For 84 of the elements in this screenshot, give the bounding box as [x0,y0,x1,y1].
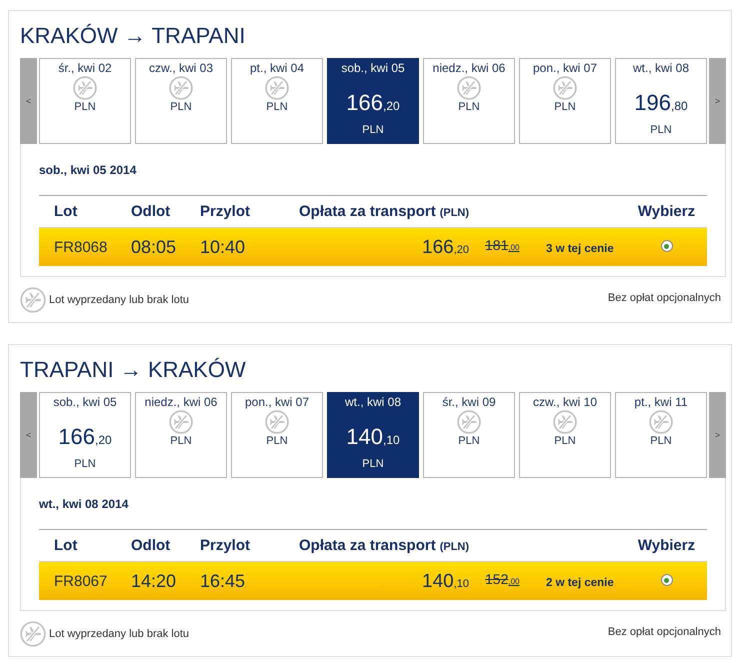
column-header: Odlot [131,203,170,220]
arrival-time: 10:40 [200,236,246,258]
currency-unit: (PLN) [440,541,470,553]
currency-label: PLN [650,434,672,448]
column-header: Opłata za transport [299,537,436,554]
currency-label: PLN [458,100,480,114]
route-title: KRAKÓW → TRAPANI [20,23,246,49]
day-label: śr., kwi 02 [58,60,112,76]
crossed-plane-icon [169,76,193,100]
currency-label: PLN [170,434,192,448]
day-tile[interactable]: niedz., kwi 06 PLN [423,58,515,144]
radio-button[interactable] [660,574,672,586]
fees-note: Bez opłat opcjonalnych [608,292,721,304]
next-days-button[interactable]: > [709,392,726,478]
crossed-plane-icon [73,76,97,100]
selected-date: sob., kwi 05 2014 [39,162,136,178]
crossed-plane-icon [169,410,193,434]
day-label: pon., kwi 07 [244,394,310,410]
currency-label: PLN [170,100,192,114]
selected-date: wt., kwi 08 2014 [39,496,128,512]
day-label: niedz., kwi 06 [144,394,218,410]
route-title: TRAPANI → KRAKÓW [20,357,246,383]
crossed-plane-icon [265,410,289,434]
crossed-plane-icon [20,286,46,312]
day-label: pt., kwi 04 [250,60,304,76]
day-label: niedz., kwi 06 [432,60,506,76]
day-tile[interactable]: niedz., kwi 06 PLN [135,392,227,478]
currency-label: PLN [266,100,288,114]
crossed-plane-icon [457,76,481,100]
arrival-time: 16:45 [200,570,246,592]
day-label: wt., kwi 08 [632,60,689,76]
currency-label: PLN [458,434,480,448]
column-header: Wybierz [638,203,696,220]
day-label: sob., kwi 05 [53,394,117,410]
currency-label: PLN [554,100,576,114]
currency-label: PLN [362,123,384,137]
flight-number: FR8067 [54,572,108,590]
day-tile[interactable]: czw., kwi 03 PLN [135,58,227,144]
availability-note: 3 w tej cenie [546,242,614,254]
day-label: wt., kwi 08 [344,394,401,410]
currency-label: PLN [554,434,576,448]
column-header: Przylot [200,537,250,554]
crossed-plane-icon [649,410,673,434]
fees-note: Bez opłat opcjonalnych [608,626,721,638]
currency-label: PLN [650,123,672,137]
day-tile[interactable]: śr., kwi 09 PLN [423,392,515,478]
column-header: Wybierz [638,537,696,554]
day-label: śr., kwi 09 [442,394,496,410]
column-header: Odlot [131,537,170,554]
crossed-plane-icon [20,620,46,646]
legend-text: Lot wyprzedany lub brak lotu [49,628,190,640]
currency-label: PLN [74,457,96,471]
day-label: czw., kwi 03 [148,60,214,76]
crossed-plane-icon [553,76,577,100]
departure-time: 14:20 [131,570,176,592]
column-header: Opłata za transport [299,203,436,220]
column-header: Lot [54,203,78,220]
day-label: czw., kwi 10 [532,394,598,410]
day-tile[interactable]: pon., kwi 07 PLN [519,58,611,144]
day-tile[interactable]: śr., kwi 02 PLN [39,58,131,144]
previous-days-button[interactable]: < [20,392,37,478]
currency-label: PLN [74,100,96,114]
day-tile[interactable]: pt., kwi 04 PLN [231,58,323,144]
crossed-plane-icon [265,76,289,100]
day-tile[interactable]: pt., kwi 11 PLN [615,392,707,478]
currency-label: PLN [266,434,288,448]
day-label: sob., kwi 05 [341,60,405,76]
previous-days-button[interactable]: < [20,58,37,144]
column-header: Przylot [200,203,250,220]
legend-text: Lot wyprzedany lub brak lotu [49,294,190,306]
next-days-button[interactable]: > [709,58,726,144]
day-tile[interactable]: czw., kwi 10 PLN [519,392,611,478]
crossed-plane-icon [553,410,577,434]
day-tile[interactable]: pon., kwi 07 PLN [231,392,323,478]
crossed-plane-icon [457,410,481,434]
column-header: Lot [54,537,78,554]
flight-number: FR8068 [54,238,108,256]
currency-label: PLN [362,457,384,471]
availability-note: 2 w tej cenie [546,576,614,588]
departure-time: 08:05 [131,236,176,258]
day-label: pon., kwi 07 [532,60,598,76]
radio-button[interactable] [660,240,672,252]
day-label: pt., kwi 11 [634,394,688,410]
currency-unit: (PLN) [440,207,470,219]
